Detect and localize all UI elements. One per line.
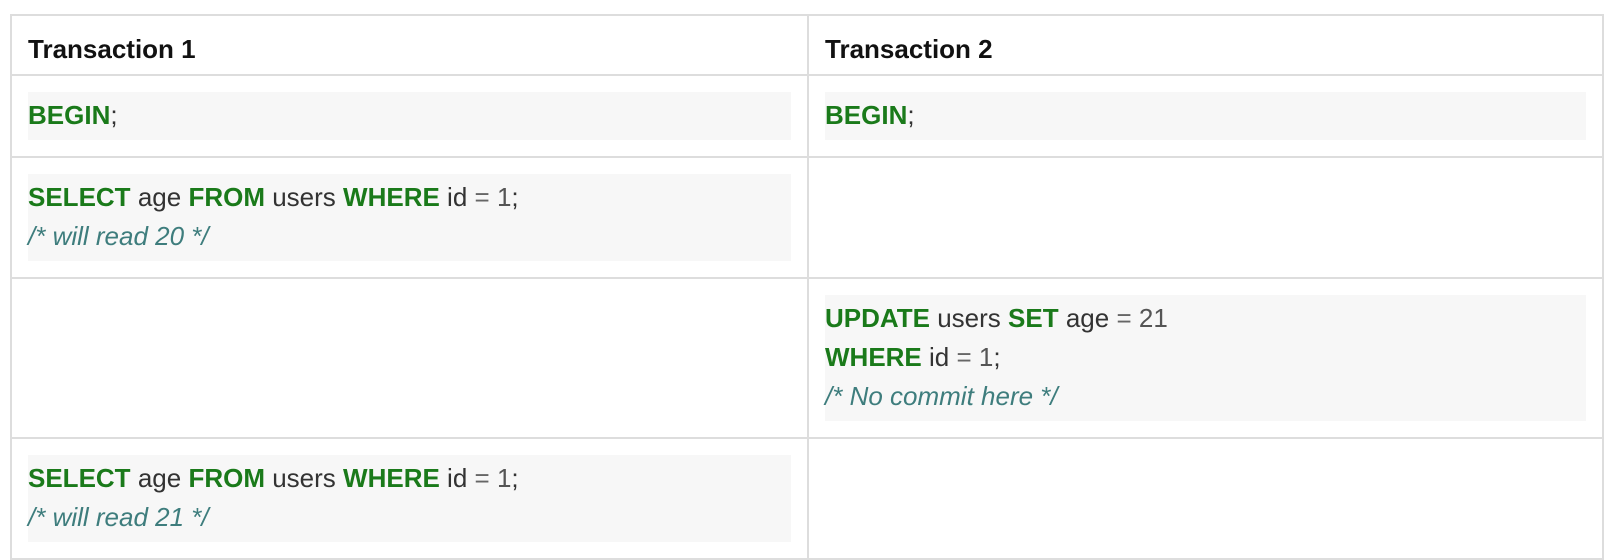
sql-column: age	[1065, 303, 1110, 333]
sql-operator: =	[474, 463, 490, 493]
sql-keyword: BEGIN	[825, 100, 908, 130]
sql-operator: =	[1116, 303, 1132, 333]
sql-number: 1	[978, 342, 994, 372]
sql-table: users	[937, 303, 1001, 333]
sql-keyword: FROM	[188, 463, 265, 493]
sql-number: 1	[496, 463, 512, 493]
t2-cell-begin: BEGIN;	[807, 74, 1604, 158]
t1-cell-select-first: SELECT age FROM users WHERE id = 1; /* w…	[10, 156, 809, 279]
sql-table: users	[272, 182, 336, 212]
sql-column: id	[929, 342, 950, 372]
sql-column: id	[447, 182, 468, 212]
sql-column: age	[137, 182, 182, 212]
sql-column: age	[137, 463, 182, 493]
t2-cell-empty	[807, 156, 1604, 279]
table-row: SELECT age FROM users WHERE id = 1; /* w…	[10, 156, 1604, 279]
sql-punct: ;	[511, 182, 519, 212]
sql-keyword: FROM	[188, 182, 265, 212]
sql-comment: /* No commit here */	[825, 381, 1058, 411]
sql-keyword: SELECT	[28, 182, 131, 212]
t2-cell-update: UPDATE users SET age = 21 WHERE id = 1; …	[807, 277, 1604, 439]
sql-operator: =	[474, 182, 490, 212]
sql-column: id	[447, 463, 468, 493]
sql-keyword: BEGIN	[28, 100, 111, 130]
sql-comment: /* will read 20 */	[28, 221, 209, 251]
code-block: BEGIN;	[28, 92, 791, 140]
sql-keyword: SELECT	[28, 463, 131, 493]
sql-table: users	[272, 463, 336, 493]
sql-number: 1	[496, 182, 512, 212]
sql-keyword: WHERE	[343, 463, 440, 493]
header-transaction-2: Transaction 2	[807, 14, 1604, 76]
sql-comment: /* will read 21 */	[28, 502, 209, 532]
code-block: SELECT age FROM users WHERE id = 1; /* w…	[28, 174, 791, 261]
table-row: SELECT age FROM users WHERE id = 1; /* w…	[10, 437, 1604, 560]
table-row: UPDATE users SET age = 21 WHERE id = 1; …	[10, 277, 1604, 439]
header-transaction-1: Transaction 1	[10, 14, 809, 76]
header-row: Transaction 1 Transaction 2	[10, 14, 1604, 76]
sql-punct: ;	[993, 342, 1001, 372]
t2-cell-empty	[807, 437, 1604, 560]
code-block: UPDATE users SET age = 21 WHERE id = 1; …	[825, 295, 1586, 421]
sql-keyword: WHERE	[825, 342, 922, 372]
sql-punct: ;	[511, 463, 519, 493]
t1-cell-begin: BEGIN;	[10, 74, 809, 158]
sql-punct: ;	[907, 100, 915, 130]
table-row: BEGIN; BEGIN;	[10, 74, 1604, 158]
sql-punct: ;	[110, 100, 118, 130]
sql-number: 21	[1138, 303, 1168, 333]
t1-cell-empty	[10, 277, 809, 439]
sql-keyword: WHERE	[343, 182, 440, 212]
code-block: BEGIN;	[825, 92, 1586, 140]
sql-keyword: SET	[1008, 303, 1059, 333]
sql-operator: =	[956, 342, 972, 372]
sql-keyword: UPDATE	[825, 303, 930, 333]
transaction-table: Transaction 1 Transaction 2 BEGIN; BEGIN…	[10, 14, 1604, 560]
code-block: SELECT age FROM users WHERE id = 1; /* w…	[28, 455, 791, 542]
t1-cell-select-second: SELECT age FROM users WHERE id = 1; /* w…	[10, 437, 809, 560]
